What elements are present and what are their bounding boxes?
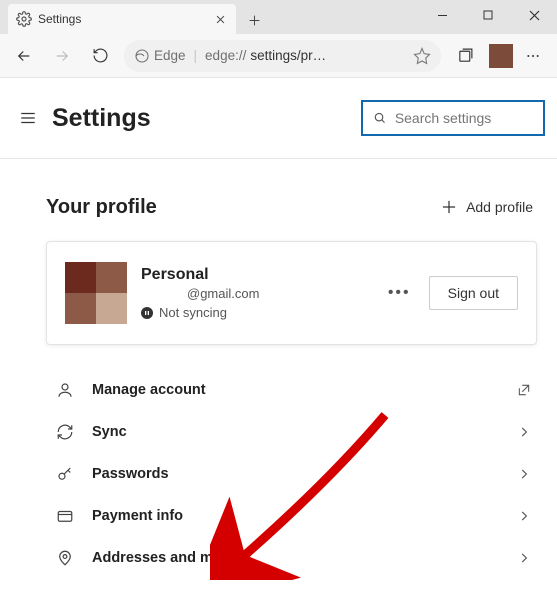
browser-toolbar: Edge | edge:// settings/pr… — [0, 34, 557, 78]
card-icon — [56, 507, 74, 525]
sync-paused-icon — [141, 307, 153, 319]
settings-search[interactable] — [361, 100, 545, 136]
chevron-right-icon — [517, 425, 531, 439]
profile-sync-status: Not syncing — [141, 305, 374, 320]
collections-button[interactable] — [447, 38, 483, 74]
row-sync[interactable]: Sync — [46, 411, 537, 453]
settings-page: Settings Your profile Add profile Person… — [0, 78, 557, 592]
person-icon — [56, 381, 74, 399]
row-import-browser-data[interactable]: Import browser data — [46, 579, 537, 592]
row-passwords[interactable]: Passwords — [46, 453, 537, 495]
sign-out-button[interactable]: Sign out — [429, 276, 518, 310]
window-titlebar: Settings — [0, 0, 557, 34]
forward-button[interactable] — [44, 38, 80, 74]
profile-section-title: Your profile — [46, 196, 438, 219]
sync-status-text: Not syncing — [159, 305, 227, 320]
profile-email: @gmail.com — [141, 286, 374, 301]
row-label: Manage account — [92, 382, 499, 398]
profile-card: Personal @gmail.com Not syncing ••• Sign… — [46, 241, 537, 345]
add-profile-button[interactable]: Add profile — [438, 195, 537, 219]
address-bar[interactable]: Edge | edge:// settings/pr… — [124, 40, 441, 72]
row-manage-account[interactable]: Manage account — [46, 369, 537, 411]
tab-title: Settings — [38, 12, 206, 26]
profile-avatar — [65, 262, 127, 324]
address-divider: | — [194, 48, 198, 63]
browser-tab[interactable]: Settings — [8, 4, 236, 34]
external-link-icon — [517, 383, 531, 397]
add-profile-label: Add profile — [466, 199, 533, 215]
favorite-star-icon[interactable] — [413, 47, 431, 65]
location-icon — [56, 549, 74, 567]
profile-name: Personal — [141, 266, 374, 284]
profile-more-button[interactable]: ••• — [388, 284, 411, 302]
refresh-button[interactable] — [82, 38, 118, 74]
profile-section-header: Your profile Add profile — [46, 195, 537, 219]
window-close-button[interactable] — [511, 0, 557, 30]
window-minimize-button[interactable] — [419, 0, 465, 30]
app-menu-button[interactable] — [515, 38, 551, 74]
profile-card-actions: ••• Sign out — [388, 276, 518, 310]
row-label: Sync — [92, 424, 499, 440]
profile-options-list: Manage account Sync Passwords Payment in… — [46, 369, 537, 592]
row-label: Payment info — [92, 508, 499, 524]
search-icon — [373, 110, 387, 126]
row-addresses[interactable]: Addresses and more — [46, 537, 537, 579]
address-url-prefix: edge:// — [205, 48, 246, 63]
back-button[interactable] — [6, 38, 42, 74]
window-maximize-button[interactable] — [465, 0, 511, 30]
row-label: Addresses and more — [92, 550, 499, 566]
sync-icon — [56, 423, 74, 441]
profile-info: Personal @gmail.com Not syncing — [141, 266, 374, 320]
address-brand: Edge — [154, 48, 186, 63]
settings-header: Settings — [0, 78, 557, 152]
window-controls — [419, 0, 557, 30]
chevron-right-icon — [517, 509, 531, 523]
address-url-path: settings/pr… — [250, 48, 326, 63]
edge-logo-icon — [134, 48, 150, 64]
profile-avatar-button[interactable] — [489, 44, 513, 68]
new-tab-button[interactable] — [240, 6, 268, 34]
gear-icon — [16, 11, 32, 27]
plus-icon — [442, 200, 456, 214]
row-label: Passwords — [92, 466, 499, 482]
chevron-right-icon — [517, 551, 531, 565]
chevron-right-icon — [517, 467, 531, 481]
settings-search-input[interactable] — [395, 110, 533, 126]
row-payment-info[interactable]: Payment info — [46, 495, 537, 537]
tab-close-icon[interactable] — [212, 11, 228, 27]
profile-section: Your profile Add profile Personal @gmail… — [0, 159, 557, 592]
key-icon — [56, 465, 74, 483]
page-title: Settings — [52, 104, 351, 133]
menu-toggle-button[interactable] — [14, 104, 42, 132]
